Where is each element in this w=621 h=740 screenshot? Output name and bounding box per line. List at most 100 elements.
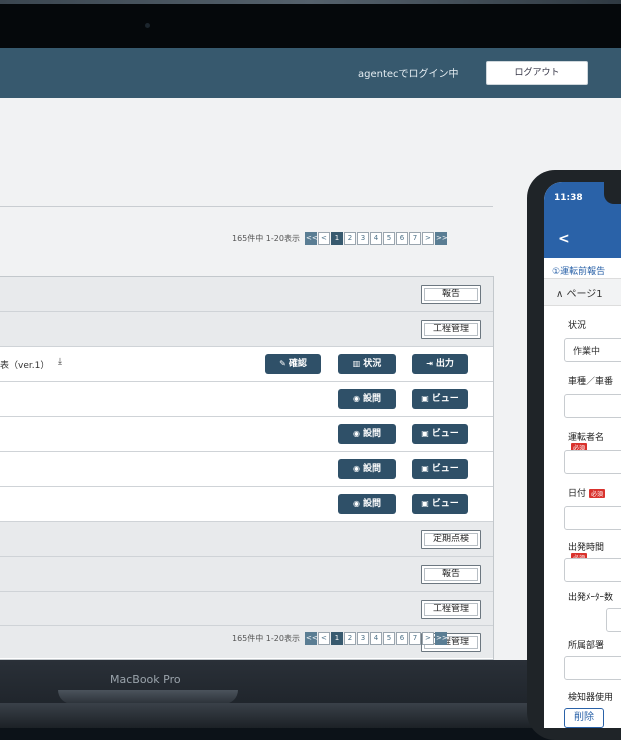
- date-input[interactable]: [564, 506, 621, 530]
- process-button[interactable]: 工程管理: [421, 320, 481, 339]
- table-row: ◉ 設問 ▣ ビュー: [0, 452, 493, 487]
- first-page-button[interactable]: <<: [304, 232, 318, 245]
- table-row: ◉ 設問 ▣ ビュー: [0, 487, 493, 522]
- field-label-date: 日付 必須: [568, 486, 606, 499]
- question-button[interactable]: ◉ 設問: [338, 389, 396, 409]
- view-icon: ▣: [421, 429, 429, 438]
- field-label-vehicle: 車種／車番: [568, 377, 614, 387]
- process-button[interactable]: 工程管理: [421, 600, 481, 619]
- departure-label: 出発時間: [568, 543, 605, 553]
- question-label: 設問: [362, 499, 381, 509]
- view-button[interactable]: ▣ ビュー: [412, 424, 468, 444]
- department-input[interactable]: [564, 656, 621, 680]
- export-icon: ⇥: [426, 359, 433, 368]
- download-icon[interactable]: ⤓: [58, 357, 62, 367]
- last-page-button[interactable]: >>: [434, 632, 448, 645]
- app-header: agentecでログイン中 ログアウト: [0, 48, 621, 98]
- departure-time-input[interactable]: [564, 558, 621, 582]
- laptop-bezel: [0, 0, 621, 48]
- vehicle-input[interactable]: [564, 394, 621, 418]
- page-button-4[interactable]: 4: [369, 232, 382, 245]
- laptop-lip: [58, 690, 238, 704]
- laptop-model-label: MacBook Pro: [110, 673, 181, 686]
- page-button-1[interactable]: 1: [330, 232, 343, 245]
- report-table: 報告 工程管理 表（ver.1） ⤓ ✎ 確認 ▥ 状況 ⇥ 出力 ◉ 設問 ▣ ビュー …: [0, 276, 494, 660]
- question-label: 設問: [362, 394, 381, 404]
- report-title: ①運転前報告: [552, 267, 606, 277]
- confirm-label: 確認: [288, 359, 307, 369]
- output-button[interactable]: ⇥ 出力: [412, 354, 468, 374]
- page-button-6[interactable]: 6: [395, 632, 408, 645]
- view-button[interactable]: ▣ ビュー: [412, 389, 468, 409]
- page-button-2[interactable]: 2: [343, 632, 356, 645]
- page-button-7[interactable]: 7: [408, 232, 421, 245]
- status-button[interactable]: ▥ 状況: [338, 354, 396, 374]
- view-button[interactable]: ▣ ビュー: [412, 459, 468, 479]
- page-button-3[interactable]: 3: [356, 232, 369, 245]
- page-button-5[interactable]: 5: [382, 632, 395, 645]
- view-button[interactable]: ▣ ビュー: [412, 494, 468, 514]
- result-count: 165件中 1-20表示: [232, 234, 300, 243]
- page-button-4[interactable]: 4: [369, 632, 382, 645]
- logout-button[interactable]: ログアウト: [486, 61, 588, 85]
- camera-icon: [145, 23, 150, 28]
- question-icon: ◉: [353, 464, 360, 473]
- table-row: ◉ 設問 ▣ ビュー: [0, 382, 493, 417]
- driver-label: 運転者名: [568, 433, 605, 443]
- prev-page-button[interactable]: <: [317, 232, 330, 245]
- page-button-7[interactable]: 7: [408, 632, 421, 645]
- page-button-3[interactable]: 3: [356, 632, 369, 645]
- table-row: ◉ 設問 ▣ ビュー: [0, 417, 493, 452]
- phone-notch: [604, 182, 621, 204]
- phone-time: 11:38: [554, 193, 583, 203]
- report-button[interactable]: 報告: [421, 565, 481, 584]
- page-button-5[interactable]: 5: [382, 232, 395, 245]
- inspection-button[interactable]: 定期点検: [421, 530, 481, 549]
- question-button[interactable]: ◉ 設問: [338, 494, 396, 514]
- bezel-edge: [0, 0, 621, 4]
- question-icon: ◉: [353, 394, 360, 403]
- driver-input[interactable]: [564, 450, 621, 474]
- view-icon: ▣: [421, 499, 429, 508]
- view-label: ビュー: [431, 394, 459, 404]
- page-button-1[interactable]: 1: [330, 632, 343, 645]
- view-icon: ▣: [421, 464, 429, 473]
- question-button[interactable]: ◉ 設問: [338, 424, 396, 444]
- divider: [0, 206, 493, 207]
- next-page-button[interactable]: >: [421, 632, 434, 645]
- phone-status-bar: 11:38: [544, 182, 621, 226]
- delete-button[interactable]: 削除: [564, 708, 604, 728]
- first-page-button[interactable]: <<: [304, 632, 318, 645]
- table-row: 工程管理: [0, 312, 493, 347]
- next-page-button[interactable]: >: [421, 232, 434, 245]
- table-row: 報告: [0, 277, 493, 312]
- phone-nav-bar: <: [544, 226, 621, 258]
- view-icon: ▣: [421, 394, 429, 403]
- table-row: 報告: [0, 557, 493, 592]
- table-row: 定期点検: [0, 522, 493, 557]
- field-label-detector: 検知器使用: [568, 693, 614, 703]
- result-count: 165件中 1-20表示: [232, 634, 300, 643]
- question-button[interactable]: ◉ 設問: [338, 459, 396, 479]
- required-badge: 必須: [589, 489, 606, 498]
- field-label-department: 所属部署: [568, 641, 605, 651]
- last-page-button[interactable]: >>: [434, 232, 448, 245]
- report-button[interactable]: 報告: [421, 285, 481, 304]
- question-label: 設問: [362, 429, 381, 439]
- section-label: ページ1: [566, 289, 603, 300]
- meter-input[interactable]: [606, 608, 621, 632]
- phone-screen: 11:38 < ①運転前報告 ∧ ページ1 状況 作業中 車種／車番 運転者名必…: [544, 182, 621, 728]
- page-button-2[interactable]: 2: [343, 232, 356, 245]
- output-label: 出力: [435, 359, 454, 369]
- prev-page-button[interactable]: <: [317, 632, 330, 645]
- table-row: 表（ver.1） ⤓ ✎ 確認 ▥ 状況 ⇥ 出力: [0, 347, 493, 382]
- page-button-6[interactable]: 6: [395, 232, 408, 245]
- page-section-header[interactable]: ∧ ページ1: [544, 278, 621, 306]
- field-label-meter: 出発ﾒｰﾀｰ数: [568, 593, 614, 603]
- back-icon[interactable]: <: [558, 231, 570, 247]
- question-icon: ◉: [353, 429, 360, 438]
- question-label: 設問: [362, 464, 381, 474]
- confirm-button[interactable]: ✎ 確認: [265, 354, 321, 374]
- field-label-status: 状況: [568, 321, 587, 331]
- status-select[interactable]: 作業中: [564, 338, 621, 362]
